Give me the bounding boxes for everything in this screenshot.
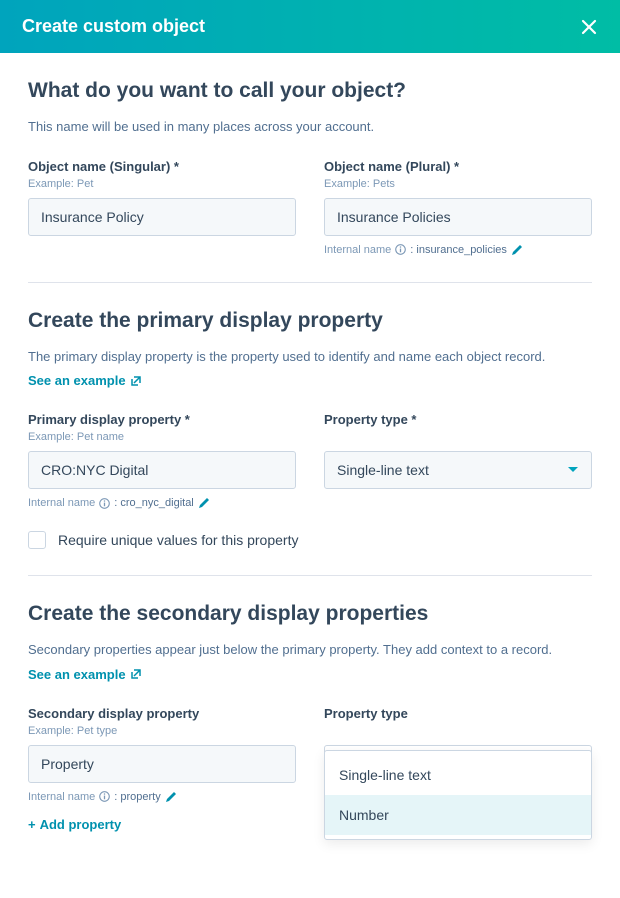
see-example-label: See an example [28,373,126,388]
modal-title: Create custom object [22,16,205,37]
section-primary-title: Create the primary display property [28,309,592,333]
see-example-label: See an example [28,667,126,682]
plural-internal-value: : insurance_policies [410,244,507,256]
primary-internal-value: : cro_nyc_digital [114,497,194,509]
secondary-type-dropdown: Single-line text Number [324,750,592,840]
primary-prop-example: Example: Pet name [28,431,296,443]
section-secondary-title: Create the secondary display properties [28,602,592,626]
secondary-prop-input[interactable]: Property [28,745,296,783]
modal-header: Create custom object [0,0,620,53]
singular-label: Object name (Singular) * [28,159,296,174]
info-icon[interactable] [99,791,110,802]
divider [28,575,592,576]
primary-prop-input[interactable]: CRO:NYC Digital [28,451,296,489]
see-example-link[interactable]: See an example [28,667,142,682]
chevron-down-icon [567,466,579,474]
section-name-description: This name will be used in many places ac… [28,117,592,137]
info-icon[interactable] [395,244,406,255]
secondary-internal-value: : property [114,791,160,803]
require-unique-checkbox[interactable] [28,531,46,549]
singular-example: Example: Pet [28,178,296,190]
plural-internal-label: Internal name [324,244,391,256]
secondary-type-label: Property type [324,706,592,721]
plural-example: Example: Pets [324,178,592,190]
spacer [324,431,592,443]
pencil-icon[interactable] [511,244,523,256]
pencil-icon[interactable] [198,497,210,509]
info-icon[interactable] [99,498,110,509]
spacer [324,725,592,737]
primary-type-label: Property type * [324,412,592,427]
add-property-label: Add property [40,817,122,832]
section-secondary-description: Secondary properties appear just below t… [28,640,592,660]
plural-input[interactable]: Insurance Policies [324,198,592,236]
dropdown-option-number[interactable]: Number [325,795,591,835]
plus-icon: + [28,817,36,832]
primary-type-value: Single-line text [337,462,429,478]
see-example-link[interactable]: See an example [28,373,142,388]
add-property-link[interactable]: + Add property [28,817,121,832]
primary-internal-label: Internal name [28,497,95,509]
singular-input[interactable]: Insurance Policy [28,198,296,236]
secondary-prop-label: Secondary display property [28,706,296,721]
section-primary-description: The primary display property is the prop… [28,347,592,367]
divider [28,282,592,283]
plural-label: Object name (Plural) * [324,159,592,174]
secondary-internal-label: Internal name [28,791,95,803]
pencil-icon[interactable] [165,791,177,803]
primary-prop-label: Primary display property * [28,412,296,427]
require-unique-label: Require unique values for this property [58,532,298,548]
primary-type-select[interactable]: Single-line text [324,451,592,489]
section-name-title: What do you want to call your object? [28,79,592,103]
secondary-prop-example: Example: Pet type [28,725,296,737]
close-icon[interactable] [580,18,598,36]
dropdown-option-single-line[interactable]: Single-line text [325,755,591,795]
